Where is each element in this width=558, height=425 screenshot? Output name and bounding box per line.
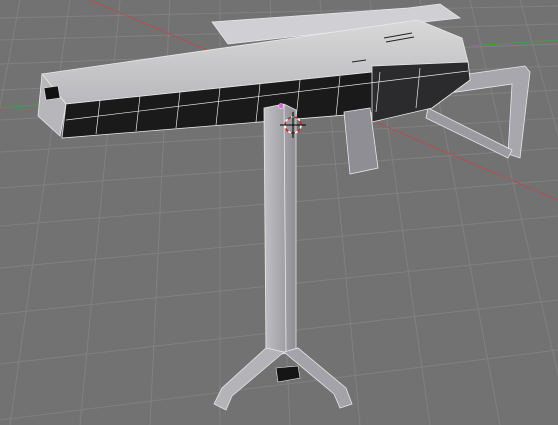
muzzle: [43, 85, 61, 101]
stand-base: [275, 365, 301, 383]
viewport-canvas[interactable]: [0, 0, 558, 425]
3d-viewport[interactable]: [0, 0, 558, 425]
stock-lower-bar: [425, 107, 513, 159]
stand-model[interactable]: [213, 103, 353, 411]
stand-pole: [263, 103, 297, 357]
object-origin-dot: [278, 103, 284, 109]
stand-leg-left: [213, 347, 285, 411]
